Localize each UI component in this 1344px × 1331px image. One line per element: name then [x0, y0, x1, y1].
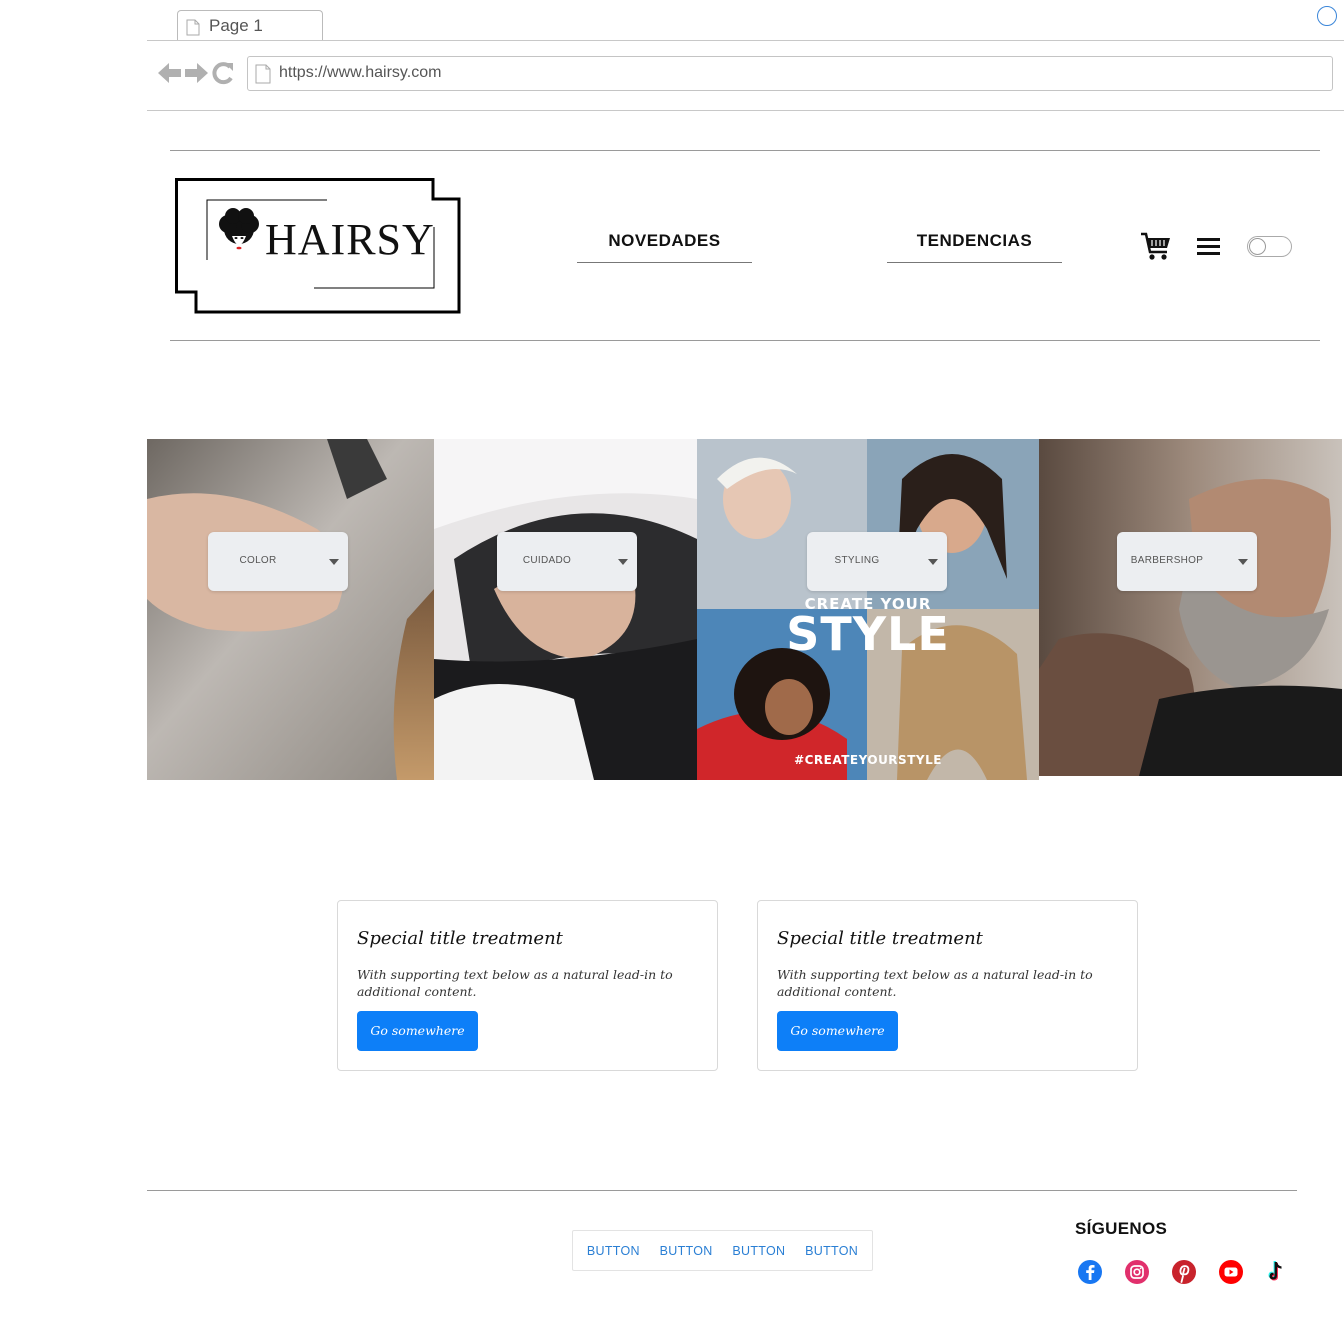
color-dropdown[interactable]: COLOR	[208, 532, 348, 591]
back-arrow-icon[interactable]	[157, 60, 182, 86]
chevron-down-icon	[618, 559, 628, 565]
hair-color-photo	[147, 439, 434, 780]
hero-panel-cuidado[interactable]: CUIDADO	[434, 439, 697, 780]
chevron-down-icon	[1238, 559, 1248, 565]
instagram-icon[interactable]	[1124, 1259, 1150, 1285]
pinterest-icon[interactable]	[1171, 1259, 1197, 1285]
footer-rule	[147, 1190, 1297, 1191]
color-dropdown-label: COLOR	[239, 555, 277, 566]
feature-card: Special title treatment With supporting …	[757, 900, 1138, 1071]
url-text: https://www.hairsy.com	[279, 64, 442, 81]
card-title: Special title treatment	[357, 928, 563, 949]
go-somewhere-button[interactable]: Go somewhere	[357, 1011, 478, 1051]
hero-panel-styling[interactable]: CREATE YOUR STYLE #CREATEYOURSTYLE STYLI…	[697, 439, 1039, 780]
forward-arrow-icon[interactable]	[184, 60, 209, 86]
barbershop-photo	[1039, 439, 1342, 776]
header-bottom-rule	[170, 340, 1320, 341]
footer-button[interactable]: BUTTON	[805, 1244, 858, 1258]
styling-dropdown-label: STYLING	[834, 555, 880, 566]
document-icon	[186, 19, 200, 36]
tiktok-icon[interactable]	[1262, 1259, 1288, 1285]
chrome-bottom-border	[147, 110, 1344, 111]
site-logo[interactable]: HAIRSY	[175, 178, 461, 314]
hair-washing-photo	[434, 439, 697, 780]
hero-panel-color[interactable]: COLOR	[147, 439, 434, 780]
card-text: With supporting text below as a natural …	[357, 967, 673, 999]
footer-button[interactable]: BUTTON	[587, 1244, 640, 1258]
barbershop-dropdown[interactable]: BARBERSHOP	[1117, 532, 1257, 591]
cart-icon[interactable]	[1140, 230, 1172, 262]
follow-us-heading: SÍGUENOS	[1075, 1219, 1168, 1238]
logo-wordmark: HAIRSY	[265, 215, 435, 264]
footer-button[interactable]: BUTTON	[732, 1244, 785, 1258]
hero-panel-barbershop[interactable]: BARBERSHOP	[1039, 439, 1342, 776]
card-text: With supporting text below as a natural …	[777, 967, 1093, 999]
go-somewhere-button[interactable]: Go somewhere	[777, 1011, 898, 1051]
reload-icon[interactable]	[211, 60, 235, 86]
address-bar[interactable]: https://www.hairsy.com	[247, 56, 1333, 91]
cuidado-dropdown[interactable]: CUIDADO	[497, 532, 637, 591]
footer-button[interactable]: BUTTON	[660, 1244, 713, 1258]
styling-overlay-big: STYLE	[786, 607, 950, 661]
footer-button-group: BUTTON BUTTON BUTTON BUTTON	[572, 1230, 873, 1271]
chevron-down-icon	[928, 559, 938, 565]
styling-hashtag: #CREATEYOURSTYLE	[794, 753, 942, 767]
toggle-switch[interactable]	[1247, 236, 1292, 257]
barbershop-dropdown-label: BARBERSHOP	[1130, 555, 1204, 566]
tab-label: Page 1	[209, 16, 263, 35]
toggle-knob	[1249, 238, 1266, 255]
browser-nav	[157, 60, 235, 86]
youtube-icon[interactable]	[1218, 1259, 1244, 1285]
facebook-icon[interactable]	[1077, 1259, 1103, 1285]
browser-tab[interactable]: Page 1	[177, 10, 323, 41]
styling-dropdown[interactable]: STYLING	[807, 532, 947, 591]
window-control-icon[interactable]	[1317, 6, 1337, 26]
card-title: Special title treatment	[777, 928, 983, 949]
tab-strip-border	[147, 40, 1344, 41]
cuidado-dropdown-label: CUIDADO	[522, 555, 572, 566]
chevron-down-icon	[329, 559, 339, 565]
feature-card: Special title treatment With supporting …	[337, 900, 718, 1071]
hamburger-menu-icon[interactable]	[1197, 238, 1220, 256]
nav-tendencias[interactable]: TENDENCIAS	[887, 222, 1062, 263]
page-icon	[255, 64, 271, 84]
header-top-rule	[170, 150, 1320, 151]
nav-novedades[interactable]: NOVEDADES	[577, 222, 752, 263]
